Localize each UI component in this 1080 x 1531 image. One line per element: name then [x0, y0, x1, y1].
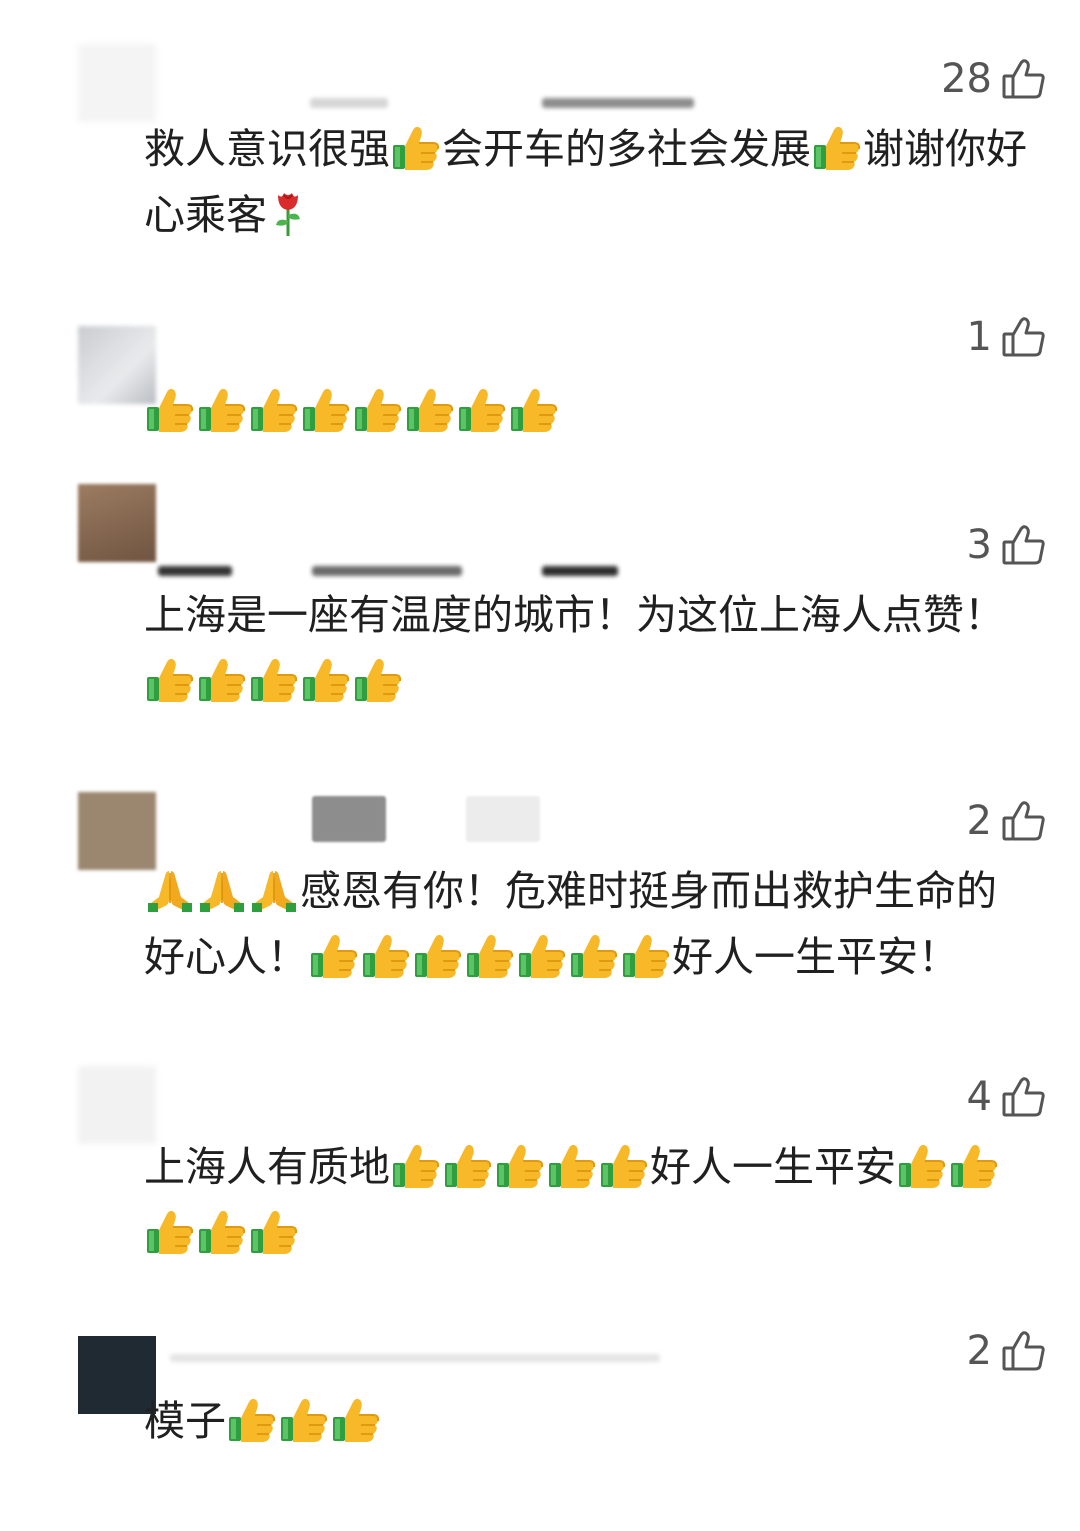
avatar[interactable]: [78, 1066, 156, 1144]
avatar[interactable]: [78, 44, 156, 122]
thumbs-up-icon: [249, 1209, 299, 1255]
thumbs-up-icon: [197, 657, 247, 703]
like-count: 28: [941, 56, 992, 102]
thumbs-up-outline-icon: [1002, 1330, 1046, 1372]
thumbs-up-icon: [517, 933, 567, 979]
thumbs-up-icon: [569, 933, 619, 979]
comment-text-segment: 上海是一座有温度的城市！为这位上海人点赞！: [144, 591, 1005, 639]
thumbs-up-icon: [197, 1209, 247, 1255]
thumbs-up-icon: [812, 125, 862, 171]
thumbs-up-icon: [599, 1143, 649, 1189]
comment-text-segment: 好人一生平安！: [672, 933, 959, 981]
thumbs-up-outline-icon: [1002, 524, 1046, 566]
thumbs-up-icon: [465, 933, 515, 979]
like-button[interactable]: 2: [967, 1328, 1046, 1374]
like-button[interactable]: 1: [967, 314, 1046, 360]
thumbs-up-icon: [391, 1143, 441, 1189]
comment-text-segment: 会开车的多社会发展: [442, 125, 811, 173]
thumbs-up-icon: [301, 657, 351, 703]
username-blurred[interactable]: [310, 98, 388, 108]
thumbs-up-icon: [949, 1143, 999, 1189]
praying-hands-icon: [249, 867, 299, 913]
comment-text: 上海人有质地 好人一生平安: [144, 1134, 1034, 1266]
praying-hands-icon: [145, 867, 195, 913]
praying-hands-icon: [197, 867, 247, 913]
thumbs-up-icon: [353, 387, 403, 433]
thumbs-up-icon: [897, 1143, 947, 1189]
thumbs-up-icon: [443, 1143, 493, 1189]
like-button[interactable]: 28: [941, 56, 1046, 102]
username-blurred[interactable]: [158, 566, 232, 576]
like-count: 2: [966, 798, 992, 844]
thumbs-up-icon: [361, 933, 411, 979]
comment-text: [144, 378, 1034, 444]
thumbs-up-icon: [509, 387, 559, 433]
rose-icon: [268, 187, 308, 237]
thumbs-up-icon: [145, 1209, 195, 1255]
thumbs-up-icon: [145, 657, 195, 703]
like-button[interactable]: 3: [967, 522, 1046, 568]
thumbs-up-icon: [547, 1143, 597, 1189]
username-blurred[interactable]: [170, 1354, 660, 1362]
thumbs-up-icon: [621, 933, 671, 979]
thumbs-up-icon: [457, 387, 507, 433]
username-blurred[interactable]: [312, 796, 386, 842]
like-count: 3: [966, 522, 992, 568]
thumbs-up-icon: [249, 387, 299, 433]
thumbs-up-icon: [197, 387, 247, 433]
thumbs-up-outline-icon: [1002, 58, 1046, 100]
comment-text: 上海是一座有温度的城市！为这位上海人点赞！: [144, 582, 1034, 714]
thumbs-up-icon: [301, 387, 351, 433]
thumbs-up-icon: [145, 387, 195, 433]
comment-text: 模子: [144, 1388, 1034, 1454]
thumbs-up-icon: [249, 657, 299, 703]
thumbs-up-icon: [495, 1143, 545, 1189]
username-blurred[interactable]: [312, 566, 462, 576]
username-blurred[interactable]: [466, 796, 540, 842]
thumbs-up-icon: [391, 125, 441, 171]
thumbs-up-outline-icon: [1002, 1076, 1046, 1118]
comment-text: 感恩有你！危难时挺身而出救护生命的好心人！ 好人一生平安！: [144, 858, 1034, 990]
like-count: 1: [966, 314, 992, 360]
comment-text-segment: 模子: [144, 1397, 226, 1445]
thumbs-up-icon: [413, 933, 463, 979]
thumbs-up-icon: [279, 1397, 329, 1443]
comment-text: 救人意识很强 会开车的多社会发展 谢谢你好心乘客: [144, 116, 1034, 248]
thumbs-up-icon: [331, 1397, 381, 1443]
username-blurred[interactable]: [542, 98, 694, 108]
comment-text-segment: 好人一生平安: [650, 1143, 896, 1191]
thumbs-up-icon: [309, 933, 359, 979]
username-blurred[interactable]: [542, 566, 618, 576]
avatar[interactable]: [78, 484, 156, 562]
thumbs-up-icon: [353, 657, 403, 703]
thumbs-up-outline-icon: [1002, 800, 1046, 842]
like-button[interactable]: 2: [967, 798, 1046, 844]
thumbs-up-icon: [227, 1397, 277, 1443]
like-count: 2: [966, 1328, 992, 1374]
comment-text-segment: 上海人有质地: [144, 1143, 390, 1191]
thumbs-up-icon: [405, 387, 455, 433]
thumbs-up-outline-icon: [1002, 316, 1046, 358]
comment-text-segment: 救人意识很强: [144, 125, 390, 173]
like-count: 4: [966, 1074, 992, 1120]
like-button[interactable]: 4: [967, 1074, 1046, 1120]
